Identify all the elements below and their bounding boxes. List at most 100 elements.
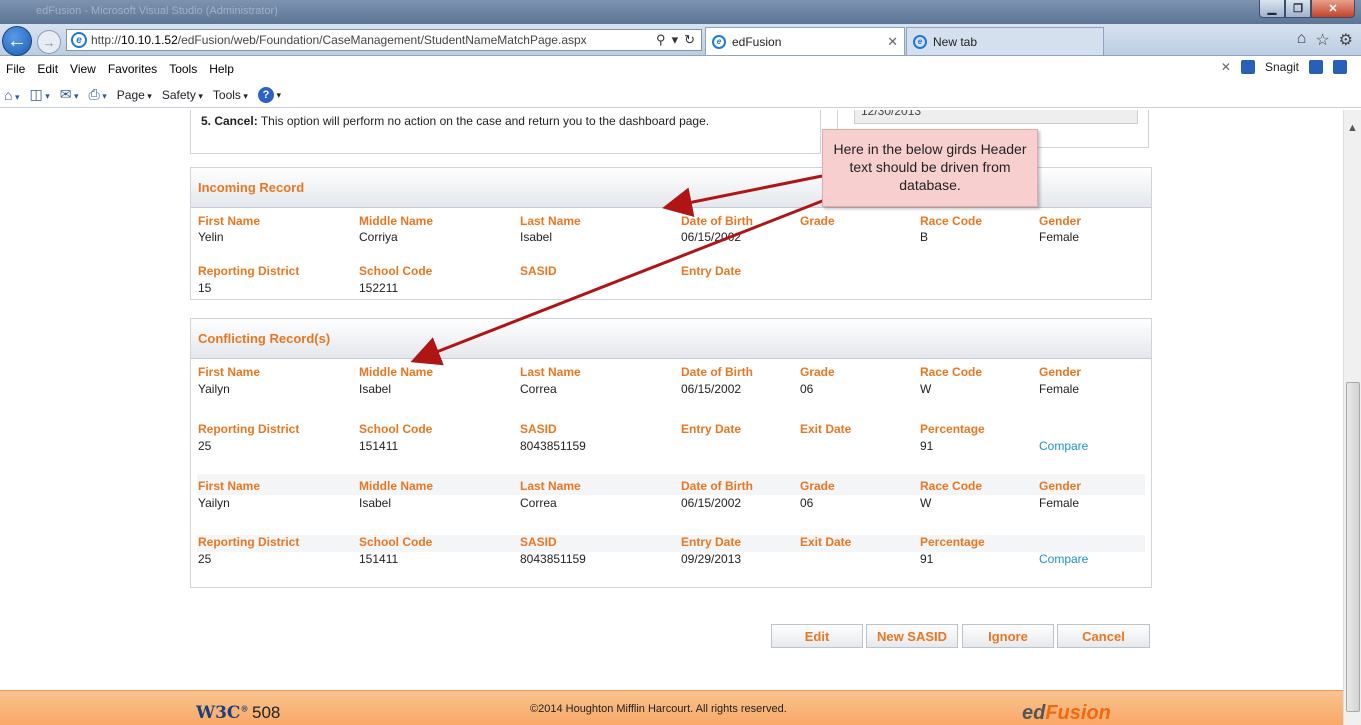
value-date-of-birth: 06/15/2002 (681, 382, 742, 396)
tab-edfusion[interactable]: e edFusion ✕ (705, 27, 905, 55)
home-icon[interactable]: ⌂ (1297, 30, 1307, 50)
refresh-icon[interactable]: ↻ (684, 32, 695, 48)
minimize-button[interactable]: ▁ (1259, 0, 1285, 18)
cancel-button[interactable]: Cancel (1057, 624, 1150, 648)
value-school-code: 151411 (359, 552, 399, 566)
edit-button[interactable]: Edit (771, 624, 863, 648)
snagit-icon (1240, 60, 1255, 74)
tab-label: New tab (933, 34, 978, 49)
value-race-code: W (920, 496, 932, 510)
value-race-code: W (920, 382, 932, 396)
label-race-code: Race Code (920, 365, 983, 379)
address-bar[interactable]: e http://10.10.1.52/edFusion/web/Foundat… (66, 29, 702, 51)
ie-favicon-icon: e (712, 34, 726, 49)
value-grade: 06 (800, 382, 814, 396)
value-first-name: Yailyn (198, 496, 230, 510)
instruction-item-text: This option will perform no action on th… (257, 114, 710, 128)
value-reporting-district: 15 (198, 281, 212, 295)
label-date-of-birth: Date of Birth (681, 365, 753, 379)
ignore-button[interactable]: Ignore (962, 624, 1054, 648)
label-grade: Grade (800, 214, 835, 228)
close-tab-icon[interactable]: ✕ (887, 34, 898, 50)
label-grade: Grade (800, 365, 835, 379)
ie-favicon-icon: e (913, 34, 927, 49)
close-window-button[interactable]: ✕ (1311, 0, 1355, 18)
label-last-name: Last Name (520, 479, 581, 493)
back-button[interactable]: ← (2, 26, 32, 56)
instruction-item-number: 5. Cancel: (201, 114, 258, 128)
close-toolbar-icon[interactable]: ✕ (1221, 60, 1231, 74)
value-middle-name: Isabel (359, 382, 392, 396)
label-sasid: SASID (520, 264, 557, 278)
label-gender: Gender (1039, 365, 1082, 379)
new-sasid-button[interactable]: New SASID (866, 624, 958, 648)
page-menu[interactable]: Page (117, 88, 152, 102)
tab-new-tab[interactable]: e New tab (906, 27, 1104, 55)
page-footer: W3C® 508 ©2014 Houghton Mifflin Harcourt… (0, 690, 1343, 725)
conflicting-record-2: First Name Middle Name Last Name Date of… (197, 474, 1145, 568)
snagit-capture-icon[interactable] (1309, 60, 1323, 74)
menu-favorites[interactable]: Favorites (102, 62, 163, 76)
label-reporting-district: Reporting District (198, 535, 300, 549)
snagit-button[interactable]: Snagit (1265, 60, 1299, 74)
menu-help[interactable]: Help (203, 62, 240, 76)
value-reporting-district: 25 (198, 552, 212, 566)
safety-menu[interactable]: Safety (162, 88, 203, 102)
label-exit-date: Exit Date (800, 535, 852, 549)
gear-icon[interactable]: ⚙ (1339, 30, 1353, 50)
navigation-bar: ← → e http://10.10.1.52/edFusion/web/Fou… (0, 24, 1361, 56)
label-reporting-district: Reporting District (198, 264, 300, 278)
print-icon[interactable]: ⎙ (89, 86, 107, 103)
value-last-name: Isabel (520, 230, 553, 244)
value-sasid: 8043851159 (520, 552, 586, 566)
label-reporting-district: Reporting District (198, 422, 300, 436)
favorites-star-icon[interactable]: ☆ (1315, 30, 1329, 50)
snagit-edit-icon[interactable] (1333, 60, 1347, 74)
label-entry-date: Entry Date (681, 422, 742, 436)
search-icon[interactable]: ⚲ (656, 32, 666, 48)
scroll-up-icon[interactable]: ▲ (1347, 122, 1358, 134)
label-first-name: First Name (198, 479, 261, 493)
label-school-code: School Code (359, 264, 433, 278)
label-middle-name: Middle Name (359, 214, 434, 228)
annotation-callout: Here in the below girds Header text shou… (822, 129, 1038, 207)
label-last-name: Last Name (520, 365, 581, 379)
label-entry-date: Entry Date (681, 535, 742, 549)
rss-feed-icon[interactable]: ◫ (30, 86, 50, 103)
label-first-name: First Name (198, 214, 261, 228)
value-entry-date: 09/29/2013 (681, 552, 742, 566)
value-sasid: 8043851159 (520, 439, 586, 453)
menu-file[interactable]: File (0, 62, 31, 76)
compare-link[interactable]: Compare (1039, 439, 1088, 453)
label-first-name: First Name (198, 365, 261, 379)
scrollbar-thumb[interactable] (1346, 382, 1360, 712)
label-sasid: SASID (520, 422, 557, 436)
label-last-name: Last Name (520, 214, 581, 228)
window-title: edFusion - Microsoft Visual Studio (Admi… (36, 5, 278, 17)
menu-tools[interactable]: Tools (163, 62, 203, 76)
dropdown-icon[interactable]: ▾ (672, 32, 679, 48)
mail-icon[interactable]: ✉ (60, 86, 79, 103)
conflicting-records-panel: Conflicting Record(s) First Name Middle … (190, 318, 1152, 588)
label-grade: Grade (800, 479, 835, 493)
compare-link[interactable]: Compare (1039, 552, 1088, 566)
conflicting-record-1: First Name Middle Name Last Name Date of… (191, 365, 1151, 455)
address-url[interactable]: http://10.10.1.52/edFusion/web/Foundatio… (91, 33, 656, 47)
label-sasid: SASID (520, 535, 557, 549)
value-first-name: Yailyn (198, 382, 230, 396)
help-icon[interactable]: ? (257, 86, 274, 103)
forward-button[interactable]: → (37, 30, 61, 54)
menu-edit[interactable]: Edit (31, 62, 64, 76)
maximize-button[interactable]: ❐ (1285, 0, 1311, 18)
section-508-logo: 508 (252, 703, 281, 722)
menu-view[interactable]: View (64, 62, 102, 76)
tools-menu[interactable]: Tools (213, 88, 248, 102)
home-icon[interactable]: ⌂ (4, 87, 20, 103)
vertical-scrollbar[interactable]: ▲ (1343, 110, 1361, 725)
window-controls: ▁ ❐ ✕ (1259, 0, 1355, 18)
label-middle-name: Middle Name (359, 479, 434, 493)
w3c-logo: W3C® (196, 703, 249, 723)
conflicting-records-title: Conflicting Record(s) (191, 319, 1151, 359)
value-last-name: Correa (520, 496, 557, 510)
ie-favicon-icon: e (71, 32, 87, 48)
